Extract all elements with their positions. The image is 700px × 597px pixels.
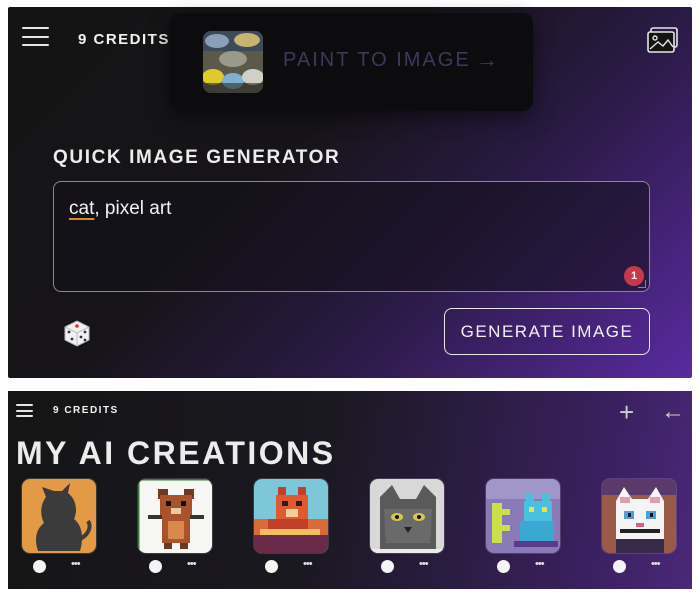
creation-card[interactable]: •••	[253, 478, 329, 573]
dice-icon[interactable]	[61, 317, 93, 349]
select-radio[interactable]	[265, 560, 278, 573]
more-options-icon[interactable]: •••	[303, 558, 313, 570]
more-options-icon[interactable]: •••	[535, 558, 545, 570]
select-radio[interactable]	[33, 560, 46, 573]
menu-icon[interactable]	[22, 27, 49, 46]
paint-to-image-popup[interactable]: PAINT TO IMAGE →	[170, 13, 533, 111]
paint-to-image-label: PAINT TO IMAGE	[283, 49, 471, 71]
grey-cat-image[interactable]	[369, 478, 445, 554]
add-icon[interactable]: +	[619, 399, 634, 425]
prompt-rest: , pixel art	[94, 198, 172, 219]
menu-icon[interactable]	[16, 404, 33, 417]
creation-card[interactable]: •••	[369, 478, 445, 573]
more-options-icon[interactable]: •••	[71, 558, 81, 570]
select-radio[interactable]	[381, 560, 394, 573]
my-creations-panel: 9 CREDITS + ← MY AI CREATIONS ••• ••• ••…	[8, 391, 692, 589]
credits-label: 9 CREDITS	[53, 405, 119, 416]
image-gallery-icon[interactable]	[646, 26, 680, 54]
creation-card[interactable]: •••	[21, 478, 97, 573]
creation-card[interactable]: •••	[601, 478, 677, 573]
select-radio[interactable]	[613, 560, 626, 573]
credits-label: 9 CREDITS	[78, 31, 170, 48]
select-radio[interactable]	[497, 560, 510, 573]
creation-card[interactable]: •••	[485, 478, 561, 573]
paint-cans-icon	[203, 31, 263, 93]
arrow-left-icon[interactable]: ←	[661, 399, 685, 425]
prompt-text[interactable]: cat, pixel art	[69, 198, 171, 220]
prompt-textarea[interactable]: cat, pixel art 1	[53, 181, 650, 292]
white-cat-image[interactable]	[601, 478, 677, 554]
page-title: MY AI CREATIONS	[16, 435, 336, 471]
resize-handle[interactable]	[638, 280, 646, 288]
generate-image-button[interactable]: GENERATE IMAGE	[444, 308, 650, 355]
prompt-word-misspelled: cat	[69, 198, 95, 219]
blue-cat-image[interactable]	[485, 478, 561, 554]
creation-card[interactable]: •••	[137, 478, 213, 573]
pixel-bear-image[interactable]	[137, 478, 213, 554]
arrow-right-icon: →	[476, 47, 498, 72]
section-title: QUICK IMAGE GENERATOR	[53, 147, 341, 168]
more-options-icon[interactable]: •••	[187, 558, 197, 570]
select-radio[interactable]	[149, 560, 162, 573]
pixel-fox-image[interactable]	[253, 478, 329, 554]
more-options-icon[interactable]: •••	[651, 558, 661, 570]
cat-silhouette-image[interactable]	[21, 478, 97, 554]
more-options-icon[interactable]: •••	[419, 558, 429, 570]
